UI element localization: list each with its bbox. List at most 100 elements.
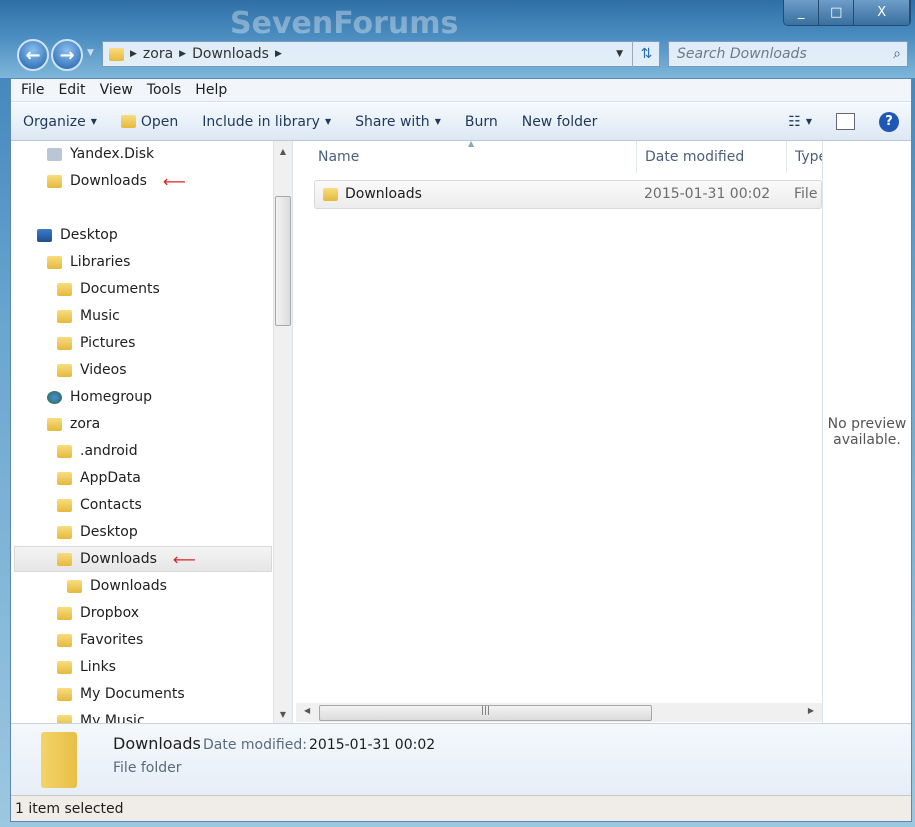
downloads-folder-icon xyxy=(47,174,62,188)
nav-item[interactable]: Dropbox xyxy=(57,600,139,626)
chevron-right-icon[interactable]: ▶ xyxy=(179,49,186,59)
favorites-folder-icon xyxy=(57,633,72,647)
details-pane: Downloads Date modified: 2015-01-31 00:0… xyxy=(11,723,911,795)
window-controls: _ □ X xyxy=(783,0,911,26)
nav-item[interactable]: Contacts xyxy=(57,492,142,518)
file-name: Downloads xyxy=(345,186,422,202)
dropdown-icon: ▼ xyxy=(324,117,332,126)
folder-icon xyxy=(67,579,82,593)
nav-item[interactable]: Downloads xyxy=(67,573,167,599)
menu-help[interactable]: Help xyxy=(195,82,227,98)
nav-item-label: Downloads xyxy=(80,551,157,567)
nav-item[interactable]: Desktop xyxy=(37,222,118,248)
nav-item[interactable]: Pictures xyxy=(57,330,135,356)
nav-item-label: zora xyxy=(70,416,101,432)
close-button[interactable]: X xyxy=(854,0,910,25)
share-with-button[interactable]: Share with ▼ xyxy=(343,103,453,140)
preview-pane: No preview available. xyxy=(822,141,911,723)
nav-item[interactable]: Downloads ⟵ xyxy=(47,168,186,194)
back-button[interactable]: ← xyxy=(17,39,49,71)
nav-item[interactable]: zora xyxy=(47,411,100,437)
chevron-right-icon[interactable]: ▶ xyxy=(275,49,282,59)
documents-folder-icon xyxy=(57,687,72,701)
maximize-button[interactable]: □ xyxy=(819,0,855,25)
nav-item-label: Libraries xyxy=(70,254,131,270)
nav-scroll-thumb[interactable] xyxy=(275,196,291,326)
nav-item-label: Videos xyxy=(80,362,127,378)
nav-item-label: My Music xyxy=(80,713,145,723)
videos-icon xyxy=(57,363,72,377)
new-folder-button[interactable]: New folder xyxy=(510,103,610,140)
nav-item-label: Desktop xyxy=(60,227,118,243)
cloud-icon xyxy=(47,147,62,161)
music-folder-icon xyxy=(57,714,72,723)
refresh-button[interactable]: ⇅ xyxy=(632,41,660,67)
nav-item-label: Contacts xyxy=(80,497,142,513)
details-date-label: Date modified: xyxy=(203,737,307,753)
details-view-icon: ☷ xyxy=(788,113,801,130)
nav-item[interactable]: Desktop xyxy=(57,519,138,545)
homegroup-icon xyxy=(47,390,62,404)
recent-pages-chevron-icon[interactable]: ▼ xyxy=(87,48,94,58)
nav-item[interactable]: .android xyxy=(57,438,138,464)
nav-item[interactable]: My Music xyxy=(57,708,145,723)
view-options-button[interactable]: ☷ ▼ xyxy=(776,103,824,140)
address-bar[interactable]: ▶ zora ▶ Downloads ▶ ▼ xyxy=(102,41,660,67)
search-placeholder: Search Downloads xyxy=(677,46,807,62)
scroll-right-icon[interactable]: ▶ xyxy=(808,706,814,715)
nav-item[interactable]: Libraries xyxy=(47,249,130,275)
content-hscroll-thumb[interactable]: ||| xyxy=(319,705,652,721)
nav-item[interactable]: Music xyxy=(57,303,120,329)
menu-bar: File Edit View Tools Help xyxy=(11,79,911,102)
large-folder-icon xyxy=(41,732,77,788)
pictures-icon xyxy=(57,336,72,350)
menu-tools[interactable]: Tools xyxy=(147,82,182,98)
nav-item[interactable]: Documents xyxy=(57,276,160,302)
nav-item[interactable]: My Documents xyxy=(57,681,185,707)
nav-item-label: Favorites xyxy=(80,632,144,648)
address-dropdown-icon[interactable]: ▼ xyxy=(616,49,623,59)
scroll-left-icon[interactable]: ◀ xyxy=(304,706,310,715)
column-type[interactable]: Type xyxy=(787,141,827,173)
nav-item[interactable]: Videos xyxy=(57,357,127,383)
file-row[interactable]: Downloads 2015-01-31 00:02 File xyxy=(314,180,822,209)
folder-icon xyxy=(57,444,72,458)
scroll-down-icon[interactable]: ▼ xyxy=(274,710,292,719)
organize-button[interactable]: Organize ▼ xyxy=(11,103,109,140)
help-button[interactable]: ? xyxy=(867,103,911,140)
menu-view[interactable]: View xyxy=(100,82,133,98)
status-text: 1 item selected xyxy=(15,800,124,817)
organize-label: Organize xyxy=(23,113,86,130)
scroll-up-icon[interactable]: ▲ xyxy=(274,147,292,156)
preview-pane-icon xyxy=(836,113,855,130)
folder-icon xyxy=(109,47,124,61)
nav-item[interactable]: Links xyxy=(57,654,116,680)
menu-file[interactable]: File xyxy=(21,82,44,98)
breadcrumb-zora[interactable]: zora xyxy=(143,46,173,62)
file-date: 2015-01-31 00:02 xyxy=(644,186,771,202)
user-folder-icon xyxy=(47,417,62,431)
nav-item-label: Pictures xyxy=(80,335,136,351)
downloads-folder-icon xyxy=(57,552,72,566)
search-icon[interactable]: ⌕ xyxy=(893,46,901,62)
column-name[interactable]: Name xyxy=(310,141,637,173)
nav-item[interactable]: Yandex.Disk xyxy=(47,141,154,167)
nav-item[interactable]: Homegroup xyxy=(47,384,152,410)
chevron-right-icon[interactable]: ▶ xyxy=(130,49,137,59)
nav-item-label: Homegroup xyxy=(70,389,153,405)
open-button[interactable]: Open xyxy=(109,103,190,140)
breadcrumb-downloads[interactable]: Downloads xyxy=(192,46,269,62)
share-label: Share with xyxy=(355,113,430,130)
nav-item[interactable]: Favorites xyxy=(57,627,143,653)
nav-item[interactable]: AppData xyxy=(57,465,141,491)
column-date-modified[interactable]: Date modified xyxy=(637,141,787,173)
search-input[interactable]: Search Downloads ⌕ xyxy=(668,41,908,67)
minimize-button[interactable]: _ xyxy=(784,0,820,25)
preview-pane-button[interactable] xyxy=(824,103,867,140)
burn-button[interactable]: Burn xyxy=(453,103,510,140)
include-in-library-button[interactable]: Include in library ▼ xyxy=(190,103,343,140)
details-date: 2015-01-31 00:02 xyxy=(309,737,436,753)
nav-item[interactable]: Downloads ⟵ xyxy=(14,546,272,572)
menu-edit[interactable]: Edit xyxy=(58,82,85,98)
forward-button[interactable]: → xyxy=(51,39,83,71)
